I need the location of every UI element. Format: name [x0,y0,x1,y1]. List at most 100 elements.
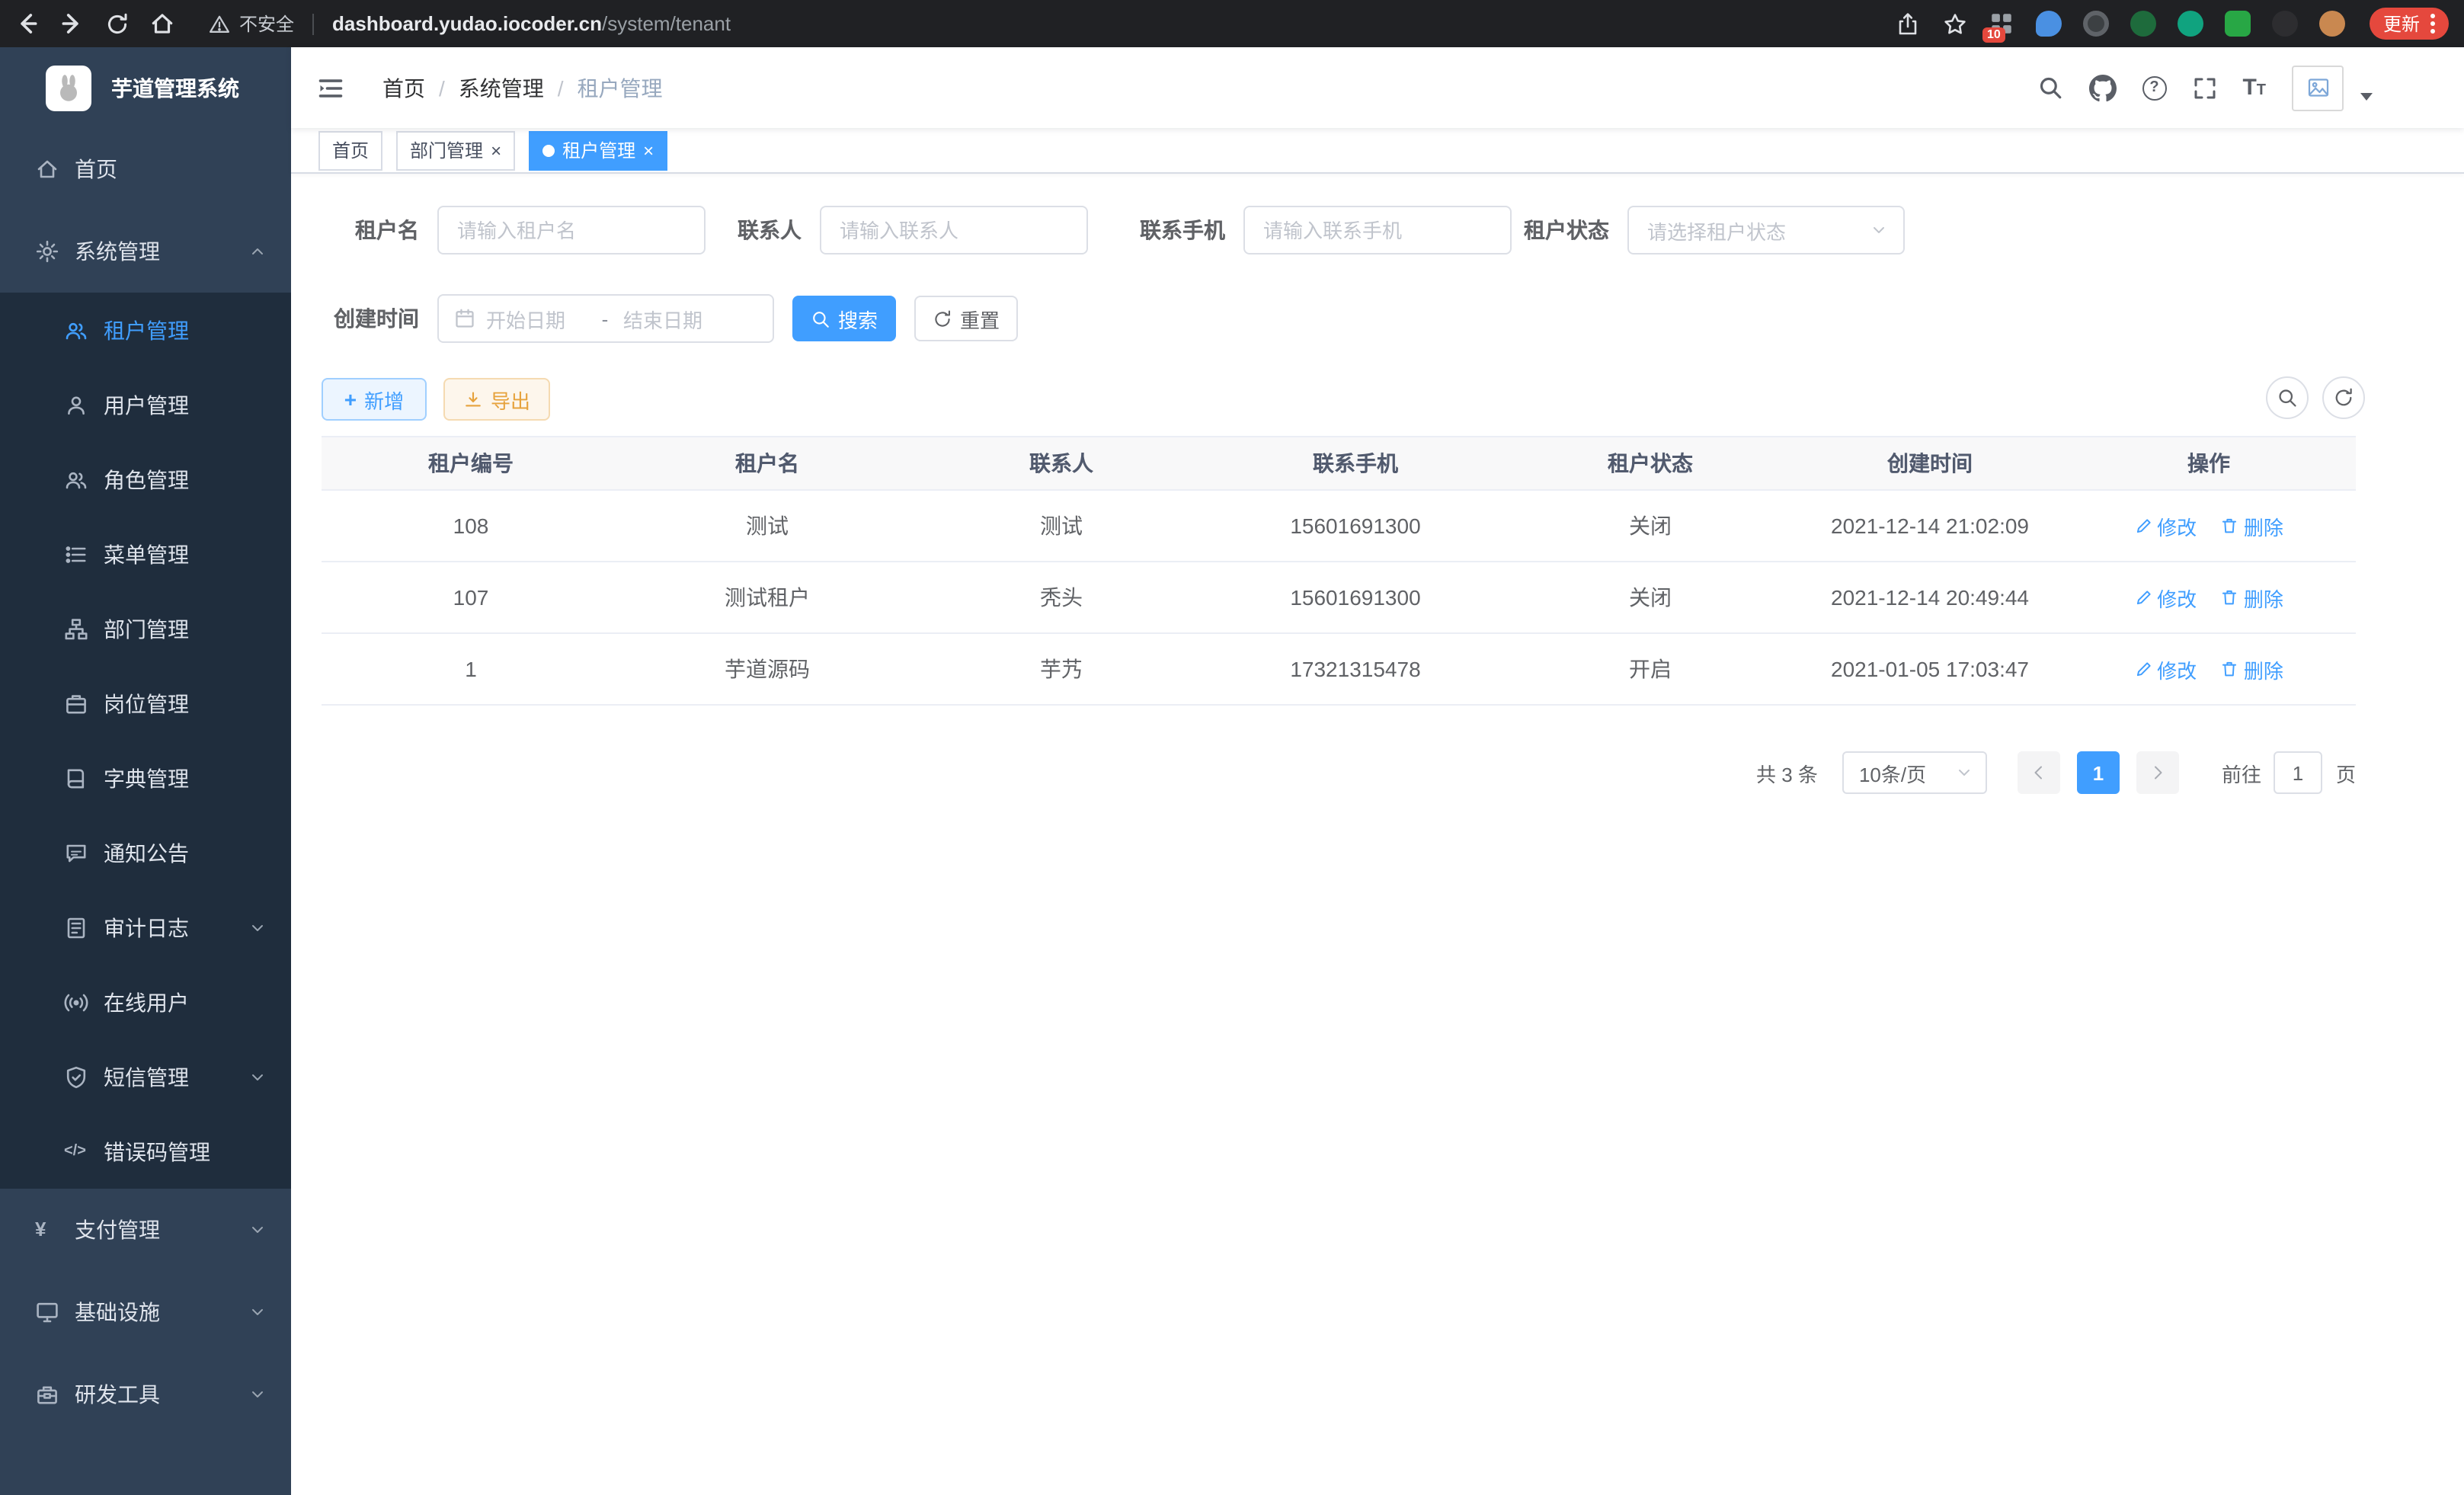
edit-button[interactable]: 修改 [2134,655,2197,683]
sidebar-item-online-users[interactable]: 在线用户 [0,965,291,1039]
refresh-table-button[interactable] [2322,376,2365,419]
extension-grid-icon[interactable]: 10 [1989,11,2014,37]
chevron-down-icon [248,1385,267,1404]
reset-button[interactable]: 重置 [914,296,1018,341]
next-page-button[interactable] [2136,751,2179,794]
sidebar-item-devtools[interactable]: 研发工具 [0,1353,291,1436]
hamburger-icon[interactable] [317,74,344,101]
sidebar-item-notice[interactable]: 通知公告 [0,815,291,890]
sidebar-item-home[interactable]: 首页 [0,128,291,210]
sidebar-item-user[interactable]: 用户管理 [0,367,291,442]
contact-input[interactable] [820,206,1088,255]
sidebar-item-audit-log[interactable]: 审计日志 [0,890,291,965]
status-select[interactable]: 请选择租户状态 [1627,206,1905,255]
tags-view: 首页 部门管理 × 租户管理 × [291,128,2464,174]
avatar[interactable] [2292,65,2344,110]
breadcrumb-home[interactable]: 首页 [382,72,425,103]
close-icon[interactable]: × [491,141,501,159]
extension-icon-black[interactable] [2272,11,2298,37]
chrome-update-button[interactable]: 更新 [2370,8,2449,40]
sidebar-item-dept[interactable]: 部门管理 [0,591,291,666]
search-icon [2277,387,2298,408]
phone-input[interactable] [1243,206,1512,255]
sidebar-item-menu[interactable]: 菜单管理 [0,517,291,591]
font-size-icon[interactable]: TT [2242,75,2266,101]
prev-page-button[interactable] [2018,751,2060,794]
tab-dept[interactable]: 部门管理 × [396,130,515,170]
delete-button[interactable]: 删除 [2221,511,2283,540]
goto-page-input[interactable] [2274,751,2322,794]
sidebar-item-tenant[interactable]: 租户管理 [0,293,291,367]
sidebar-item-system[interactable]: 系统管理 [0,210,291,293]
tenant-name-input[interactable] [437,206,706,255]
back-icon[interactable] [14,11,40,37]
avatar-caret-icon[interactable] [2360,93,2373,101]
add-button[interactable]: + 新增 [322,378,427,421]
reload-icon[interactable] [105,11,130,36]
cell-tenant-name: 测试 [620,490,914,562]
column-actions: 操作 [2062,437,2356,490]
contact-label: 联系人 [680,206,802,255]
tab-tenant[interactable]: 租户管理 × [529,130,667,170]
extension-icon-dark-ring[interactable] [2083,11,2109,37]
security-indicator[interactable]: 不安全 [209,11,294,37]
chevron-down-icon [248,918,267,936]
export-button[interactable]: 导出 [443,378,550,421]
sidebar-item-payment[interactable]: ¥ 支付管理 [0,1189,291,1271]
toggle-search-button[interactable] [2266,376,2309,419]
pencil-icon [2134,660,2152,678]
logo-image [46,65,91,110]
home-nav-icon[interactable] [149,11,175,37]
search-button[interactable]: 搜索 [792,296,896,341]
extension-icon-blue[interactable] [2036,11,2062,37]
extension-icon-dark-green[interactable] [2130,11,2156,37]
cell-status: 开启 [1502,633,1798,705]
share-icon[interactable] [1896,11,1920,36]
breadcrumb-section[interactable]: 系统管理 [459,72,544,103]
chevron-up-icon [248,242,267,261]
delete-button[interactable]: 删除 [2221,655,2283,683]
sidebar-item-infra[interactable]: 基础设施 [0,1271,291,1353]
cell-contact: 秃头 [914,562,1208,633]
help-icon[interactable]: ? [2142,75,2166,100]
home-icon [35,157,59,181]
forward-icon[interactable] [59,11,85,37]
github-icon[interactable] [2088,74,2116,101]
tab-home[interactable]: 首页 [318,130,382,170]
page-number-button[interactable]: 1 [2077,751,2120,794]
column-created: 创建时间 [1798,437,2062,490]
status-label: 租户状态 [1487,206,1609,255]
yen-icon: ¥ [35,1218,59,1242]
close-icon[interactable]: × [643,141,654,159]
sidebar-submenu-system: 租户管理 用户管理 角色管理 菜单管理 部门管理 岗位管理 [0,293,291,1189]
code-icon: </> [64,1139,88,1164]
extension-icon-green-square[interactable] [2225,11,2251,37]
menu-dots-icon [2430,14,2435,34]
search-icon[interactable] [2037,75,2062,101]
cell-phone: 17321315478 [1208,633,1502,705]
delete-button[interactable]: 删除 [2221,583,2283,612]
edit-button[interactable]: 修改 [2134,511,2197,540]
sidebar-item-sms[interactable]: 短信管理 [0,1039,291,1114]
address-bar[interactable]: dashboard.yudao.iocoder.cn/system/tenant [332,12,731,35]
app-title: 芋道管理系统 [111,72,239,103]
fullscreen-icon[interactable] [2192,75,2216,100]
extension-icon-tan[interactable] [2319,11,2345,37]
edit-button[interactable]: 修改 [2134,583,2197,612]
total-count: 共 3 条 [1756,758,1818,787]
page-size-select[interactable]: 10条/页 [1842,751,1987,794]
sidebar-item-errcode[interactable]: </> 错误码管理 [0,1114,291,1189]
chevron-left-icon [2030,764,2048,782]
cell-tenant-id: 107 [322,562,620,633]
cell-contact: 测试 [914,490,1208,562]
divider [312,13,314,34]
extension-icon-green-circle[interactable] [2178,11,2203,37]
calendar-icon [454,308,475,329]
phone-label: 联系手机 [1103,206,1225,255]
bookmark-star-icon[interactable] [1943,11,1967,36]
sidebar-item-role[interactable]: 角色管理 [0,442,291,517]
sidebar-item-post[interactable]: 岗位管理 [0,666,291,741]
date-range-picker[interactable]: 开始日期 - 结束日期 [437,294,774,343]
sidebar-logo[interactable]: 芋道管理系统 [0,47,291,128]
sidebar-item-dict[interactable]: 字典管理 [0,741,291,815]
